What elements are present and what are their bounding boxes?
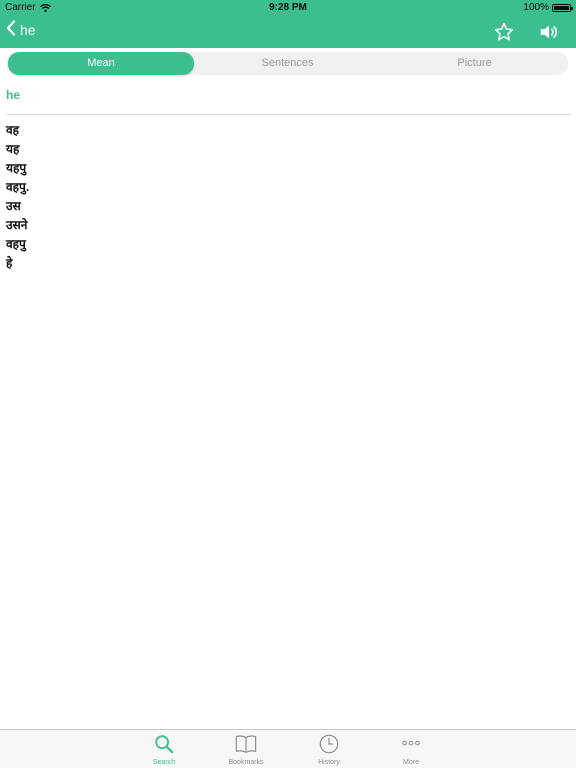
header: Carrier 9:28 PM 100% he xyxy=(0,0,576,48)
bookmark-star-button[interactable] xyxy=(493,21,515,43)
app-window: Carrier 9:28 PM 100% he Mean Sentences P… xyxy=(0,0,576,768)
meaning-item: वहपु. xyxy=(6,180,30,194)
battery-icon xyxy=(552,3,573,12)
tab-bookmarks-label: Bookmarks xyxy=(228,759,264,766)
more-icon xyxy=(381,733,441,755)
meaning-item: वहपु xyxy=(6,237,26,251)
tab-history-label: History xyxy=(318,759,340,766)
chevron-left-icon xyxy=(6,20,16,39)
tab-search-label: Search xyxy=(152,759,176,766)
meaning-item: उस xyxy=(6,199,21,213)
tab-bar: Search Bookmarks History More xyxy=(0,729,576,768)
nav-bar: he xyxy=(0,16,576,48)
back-button[interactable]: he xyxy=(6,20,36,39)
divider xyxy=(6,114,571,115)
tab-picture[interactable]: Picture xyxy=(381,52,568,75)
pronounce-button[interactable] xyxy=(538,21,560,43)
clock-icon xyxy=(299,733,359,755)
tab-sentences[interactable]: Sentences xyxy=(194,52,381,75)
book-icon xyxy=(216,733,276,755)
tab-history[interactable]: History xyxy=(299,733,359,768)
nav-title: he xyxy=(20,21,36,38)
tab-more-label: More xyxy=(403,759,419,766)
tab-bookmarks[interactable]: Bookmarks xyxy=(216,733,276,768)
segmented-control: Mean Sentences Picture xyxy=(7,52,568,75)
meaning-item: हे xyxy=(6,256,13,270)
star-icon xyxy=(493,22,515,47)
headword: he xyxy=(6,88,21,102)
status-time: 9:28 PM xyxy=(269,2,307,13)
tab-search[interactable]: Search xyxy=(134,733,194,768)
meaning-item: उसने xyxy=(6,218,28,232)
meaning-list: वह यह यहपु वहपु. उस उसने वहपु हे xyxy=(6,121,29,273)
meaning-item: यह xyxy=(6,142,20,156)
tab-mean[interactable]: Mean xyxy=(8,52,194,75)
battery-percent: 100% xyxy=(523,2,549,13)
status-battery-group: 100% xyxy=(523,2,573,13)
speaker-icon xyxy=(538,25,560,47)
meaning-item: वह xyxy=(6,123,20,137)
meaning-item: यहपु xyxy=(6,161,27,175)
tab-more[interactable]: More xyxy=(381,733,441,768)
search-icon xyxy=(134,733,194,755)
status-bar: Carrier 9:28 PM 100% xyxy=(0,0,576,16)
